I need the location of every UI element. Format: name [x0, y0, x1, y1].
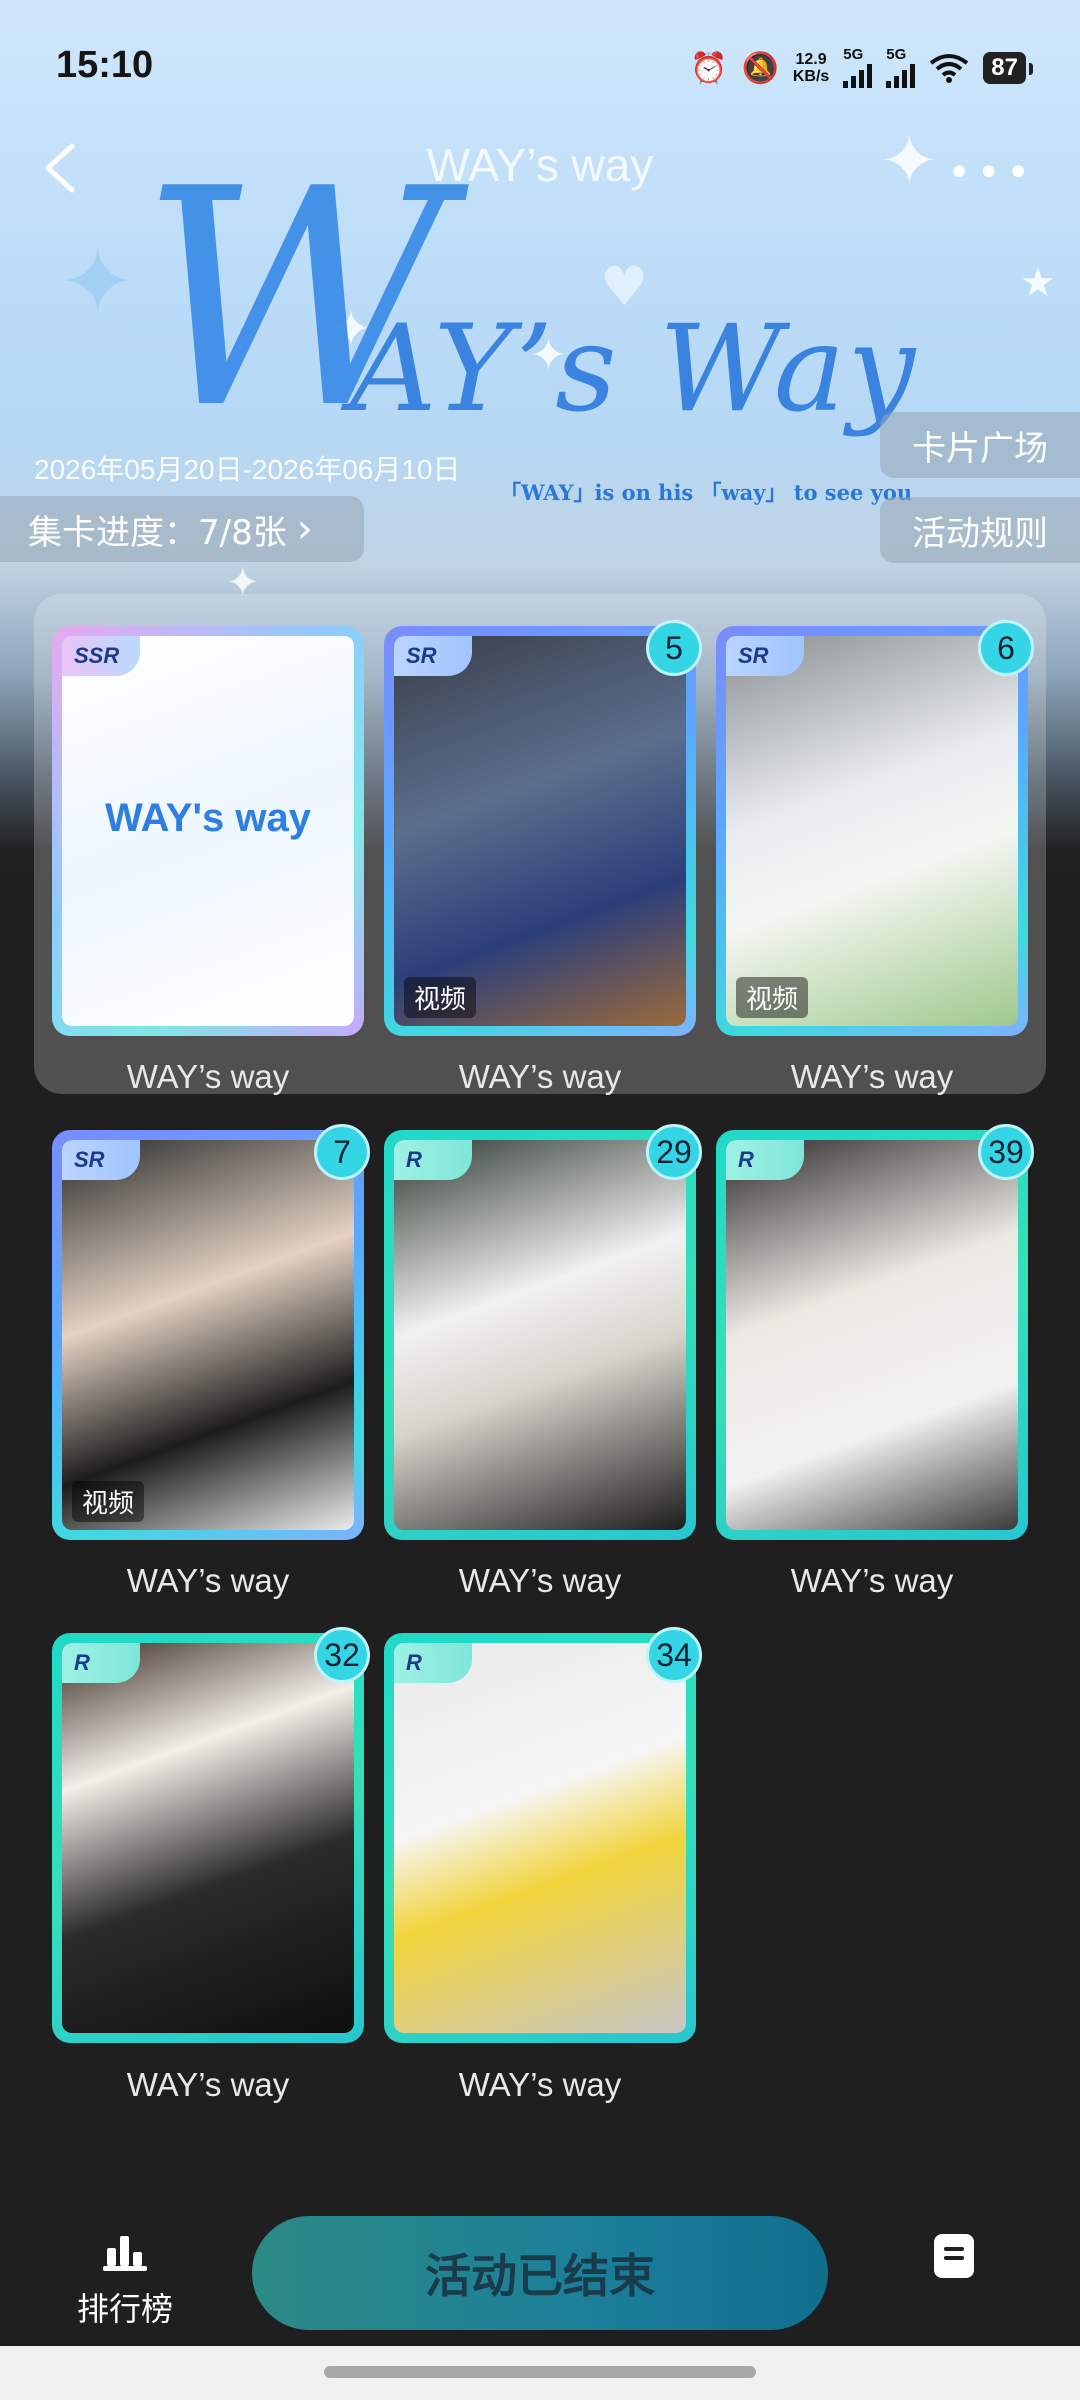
card-name: WAY’s way: [458, 1562, 622, 1599]
sim1-label: 5G: [843, 46, 864, 63]
collection-card[interactable]: R 29: [384, 1124, 702, 1540]
collection-card[interactable]: SR 7 视频: [52, 1124, 370, 1540]
sim2-label: 5G: [886, 46, 907, 63]
card-count-badge: 5: [646, 620, 702, 676]
rarity-badge: SSR: [62, 636, 140, 676]
signal-sim2: 5G: [886, 46, 916, 88]
logo-wordmark: AY’s Way: [350, 300, 918, 439]
collection-card[interactable]: R 34: [384, 1627, 702, 2043]
rarity-badge: R: [726, 1140, 804, 1180]
video-tag: 视频: [736, 977, 809, 1018]
card-name: WAY’s way: [790, 1562, 954, 1599]
logo-tagline: 「WAY」is on his 「way」 to see you: [500, 480, 913, 505]
collection-card[interactable]: R 32: [52, 1627, 370, 2043]
card-photo: [62, 1643, 354, 2033]
card-photo: [62, 1140, 354, 1530]
card-count-badge: 7: [314, 1124, 370, 1180]
card-count-badge: 29: [646, 1124, 702, 1180]
signal-sim1: 5G: [843, 46, 873, 88]
more-dots-icon: •••: [947, 150, 1036, 196]
card-count-badge: 32: [314, 1627, 370, 1683]
card-name: WAY’s way: [790, 1058, 954, 1095]
event-logo: W AY’s Way: [110, 110, 930, 490]
card-photo: [394, 1643, 686, 2033]
bell-off-icon: 🔕: [741, 50, 779, 86]
bar-chart-icon: [103, 2236, 147, 2271]
net-speed-value: 12.9: [795, 51, 827, 68]
card-photo: [394, 1140, 686, 1530]
collection-card[interactable]: SR 6 视频: [716, 620, 1034, 1036]
document-icon[interactable]: [934, 2234, 974, 2278]
more-button[interactable]: •••: [947, 150, 1036, 196]
alarm-icon: ⏰: [690, 50, 728, 86]
card-name: WAY’s way: [126, 1562, 290, 1599]
card-placeholder-text: WAY's way: [105, 796, 311, 840]
signal-bars-icon: [843, 62, 873, 88]
event-date-range: 2026年05月20日-2026年06月10日: [34, 454, 461, 485]
card-photo: [394, 636, 686, 1026]
card-count-badge: 34: [646, 1627, 702, 1683]
card-name: WAY’s way: [126, 1058, 290, 1095]
card-count-badge: 6: [978, 620, 1034, 676]
rarity-badge: SR: [394, 636, 472, 676]
status-icons: ⏰ 🔕 12.9 KB/s 5G 5G 87: [690, 46, 1033, 88]
collection-progress-button[interactable]: 集卡进度：7/8张 ›: [0, 496, 364, 562]
star-icon: ★: [1020, 260, 1056, 306]
card-square-button[interactable]: 卡片广场: [880, 412, 1080, 478]
chevron-right-icon: ›: [296, 506, 313, 552]
page: ✦ ✦ ✦ ✦ ★ ♥ ✦ ✦ 15:10 ⏰ 🔕 12.9 KB/s 5G 5…: [0, 0, 1080, 2400]
card-photo: [726, 636, 1018, 1026]
rarity-badge: R: [394, 1643, 472, 1683]
video-tag: 视频: [404, 977, 477, 1018]
rarity-badge: R: [394, 1140, 472, 1180]
card-photo: [726, 1140, 1018, 1530]
card-count-badge: 39: [978, 1124, 1034, 1180]
collection-card[interactable]: WAY's way SSR: [52, 626, 364, 1036]
event-ended-button[interactable]: 活动已结束: [252, 2216, 828, 2330]
card-name: WAY’s way: [458, 1058, 622, 1095]
card-name: WAY’s way: [458, 2066, 622, 2103]
leaderboard-label: 排行榜: [76, 2290, 173, 2328]
rarity-badge: SR: [62, 1140, 140, 1180]
collection-card[interactable]: R 39: [716, 1124, 1034, 1540]
rules-button[interactable]: 活动规则: [880, 497, 1080, 563]
video-tag: 视频: [72, 1481, 145, 1522]
wifi-icon: [930, 54, 969, 83]
collection-card[interactable]: SR 5 视频: [384, 620, 702, 1036]
card-name: WAY’s way: [126, 2066, 290, 2103]
net-speed: 12.9 KB/s: [793, 51, 829, 85]
net-speed-unit: KB/s: [792, 68, 830, 85]
status-time: 15:10: [56, 44, 154, 86]
leaderboard-button[interactable]: 排行榜: [60, 2234, 190, 2330]
collection-progress-label: 集卡进度：7/8张: [28, 512, 287, 553]
card-placeholder: WAY's way: [62, 636, 354, 1026]
rarity-badge: R: [62, 1643, 140, 1683]
signal-bars-icon: [886, 62, 916, 88]
home-indicator[interactable]: [324, 2366, 756, 2378]
rarity-badge: SR: [726, 636, 804, 676]
battery-indicator: 87: [983, 52, 1033, 84]
